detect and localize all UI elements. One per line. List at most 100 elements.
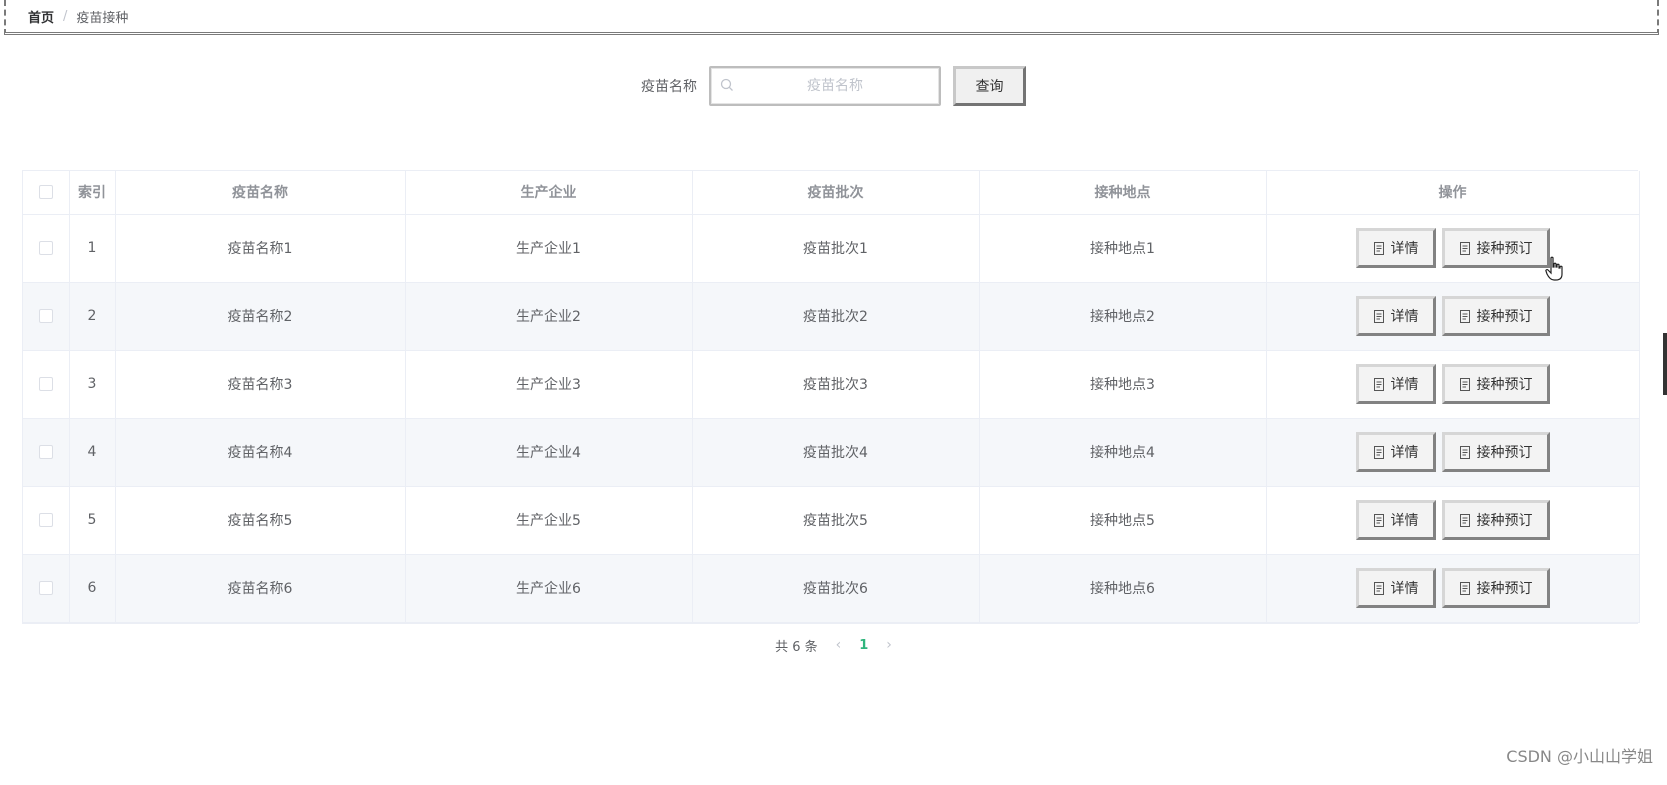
row-checkbox[interactable]: [38, 445, 53, 459]
page-number-current[interactable]: 1: [859, 638, 868, 653]
cell-company: 生产企业1: [405, 214, 693, 283]
header-actions: 操作: [1266, 171, 1640, 215]
book-vaccination-button[interactable]: 接种预订: [1441, 500, 1550, 540]
row-checkbox[interactable]: [38, 309, 53, 323]
row-select-cell[interactable]: [23, 214, 70, 283]
cell-actions: 详情 接种预订: [1266, 350, 1640, 419]
hand-cursor-icon: [1545, 256, 1563, 281]
cell-name: 疫苗名称1: [115, 214, 406, 283]
book-vaccination-button[interactable]: 接种预订: [1441, 568, 1550, 608]
document-icon: [1459, 377, 1470, 391]
cell-location: 接种地点4: [979, 418, 1267, 487]
header-name: 疫苗名称: [115, 171, 406, 215]
header-location: 接种地点: [979, 171, 1267, 215]
cell-company: 生产企业5: [405, 486, 693, 555]
book-vaccination-button[interactable]: 接种预订: [1441, 228, 1550, 268]
detail-button[interactable]: 详情: [1355, 228, 1436, 268]
breadcrumb-current: 疫苗接种: [76, 10, 129, 26]
cell-company: 生产企业3: [405, 350, 693, 419]
cell-index: 2: [69, 282, 116, 351]
detail-button[interactable]: 详情: [1355, 364, 1436, 404]
book-button-label: 接种预订: [1476, 581, 1533, 597]
row-select-cell[interactable]: [23, 350, 70, 419]
row-select-cell[interactable]: [23, 418, 70, 487]
search-form: 疫苗名称 查询: [0, 66, 1667, 106]
detail-button[interactable]: 详情: [1355, 296, 1436, 336]
table-row: 1 疫苗名称1 生产企业1 疫苗批次1 接种地点1 详情 接种预订: [23, 214, 1640, 283]
document-icon: [1459, 241, 1470, 255]
cell-batch: 疫苗批次2: [692, 282, 980, 351]
cell-location: 接种地点1: [979, 214, 1267, 283]
cell-name: 疫苗名称3: [115, 350, 406, 419]
cell-index: 5: [69, 486, 116, 555]
select-all-cell[interactable]: [23, 171, 70, 215]
header-company: 生产企业: [405, 171, 693, 215]
next-page-icon[interactable]: ›: [886, 637, 892, 653]
detail-button-label: 详情: [1390, 581, 1419, 597]
cell-name: 疫苗名称5: [115, 486, 406, 555]
table-row: 2 疫苗名称2 生产企业2 疫苗批次2 接种地点2 详情 接种预订: [23, 282, 1640, 351]
detail-button-label: 详情: [1390, 377, 1419, 393]
cell-batch: 疫苗批次5: [692, 486, 980, 555]
document-icon: [1373, 309, 1384, 323]
document-icon: [1373, 241, 1384, 255]
cell-name: 疫苗名称6: [115, 554, 406, 623]
cell-location: 接种地点5: [979, 486, 1267, 555]
search-label: 疫苗名称: [641, 79, 697, 95]
document-icon: [1459, 513, 1470, 527]
detail-button[interactable]: 详情: [1355, 500, 1436, 540]
detail-button-label: 详情: [1390, 241, 1419, 257]
select-all-checkbox[interactable]: [38, 185, 53, 200]
prev-page-icon[interactable]: ‹: [836, 637, 842, 653]
book-vaccination-button[interactable]: 接种预订: [1441, 296, 1550, 336]
detail-button[interactable]: 详情: [1355, 568, 1436, 608]
book-button-label: 接种预订: [1476, 309, 1533, 325]
book-button-label: 接种预订: [1476, 377, 1533, 393]
document-icon: [1373, 445, 1384, 459]
detail-button[interactable]: 详情: [1355, 432, 1436, 472]
book-button-label: 接种预订: [1476, 513, 1533, 529]
pagination: 共 6 条 ‹ 1 ›: [0, 634, 1667, 656]
cell-location: 接种地点2: [979, 282, 1267, 351]
row-checkbox[interactable]: [38, 581, 53, 595]
breadcrumb-home-link[interactable]: 首页: [28, 7, 54, 26]
side-scroll-handle[interactable]: [1663, 333, 1667, 395]
watermark: CSDN @小山山学姐: [1506, 747, 1653, 766]
header-batch: 疫苗批次: [692, 171, 980, 215]
cell-name: 疫苗名称4: [115, 418, 406, 487]
cell-location: 接种地点6: [979, 554, 1267, 623]
cell-batch: 疫苗批次4: [692, 418, 980, 487]
row-select-cell[interactable]: [23, 486, 70, 555]
document-icon: [1373, 513, 1384, 527]
table-header-row: 索引 疫苗名称 生产企业 疫苗批次 接种地点 操作: [23, 171, 1640, 215]
detail-button-label: 详情: [1390, 513, 1419, 529]
search-field[interactable]: [709, 66, 941, 106]
cell-actions: 详情 接种预订: [1266, 486, 1640, 555]
row-checkbox[interactable]: [38, 241, 53, 255]
detail-button-label: 详情: [1390, 445, 1419, 461]
document-icon: [1373, 581, 1384, 595]
book-vaccination-button[interactable]: 接种预订: [1441, 364, 1550, 404]
cell-index: 4: [69, 418, 116, 487]
book-vaccination-button[interactable]: 接种预订: [1441, 432, 1550, 472]
breadcrumb-separator: /: [63, 8, 68, 24]
row-checkbox[interactable]: [38, 377, 53, 391]
document-icon: [1459, 581, 1470, 595]
row-select-cell[interactable]: [23, 282, 70, 351]
cell-batch: 疫苗批次3: [692, 350, 980, 419]
row-select-cell[interactable]: [23, 554, 70, 623]
vaccine-table: 索引 疫苗名称 生产企业 疫苗批次 接种地点 操作 1 疫苗名称1 生产企业1 疫苗批…: [22, 170, 1640, 624]
header-index: 索引: [69, 171, 116, 215]
table-row: 5 疫苗名称5 生产企业5 疫苗批次5 接种地点5 详情 接种预订: [23, 486, 1640, 555]
cell-actions: 详情 接种预订: [1266, 282, 1640, 351]
row-checkbox[interactable]: [38, 513, 53, 527]
cell-actions: 详情 接种预订: [1266, 554, 1640, 623]
pagination-total: 共 6 条: [775, 639, 818, 655]
query-button[interactable]: 查询: [953, 66, 1026, 106]
search-input[interactable]: [711, 68, 939, 104]
cell-batch: 疫苗批次1: [692, 214, 980, 283]
document-icon: [1373, 377, 1384, 391]
table-row: 4 疫苗名称4 生产企业4 疫苗批次4 接种地点4 详情 接种预订: [23, 418, 1640, 487]
detail-button-label: 详情: [1390, 309, 1419, 325]
cell-name: 疫苗名称2: [115, 282, 406, 351]
